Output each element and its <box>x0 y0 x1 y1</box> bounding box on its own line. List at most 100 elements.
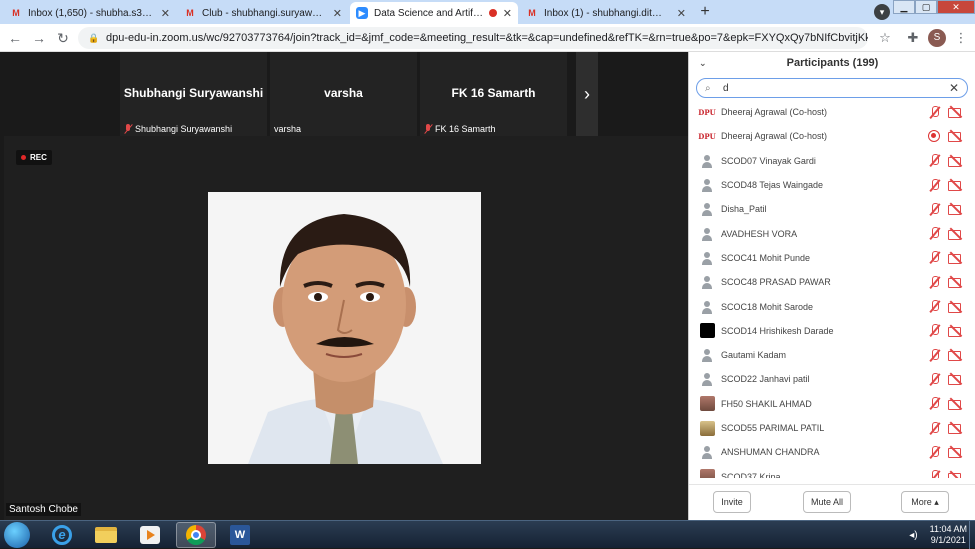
participant-avatar <box>699 299 715 315</box>
participant-row[interactable]: SCOD37 Kripa <box>689 464 975 478</box>
reload-icon[interactable]: ↻ <box>54 29 72 47</box>
participant-row[interactable]: SCOC18 Mohit Sarode <box>689 294 975 318</box>
next-page-chevron-icon[interactable]: › <box>576 52 598 136</box>
participant-row[interactable]: DPU Dheeraj Agrawal (Co-host) <box>689 124 975 148</box>
recording-indicator-icon <box>488 9 497 17</box>
menu-kebab-icon[interactable]: ⋮ <box>952 29 970 47</box>
participant-row[interactable]: SCOC41 Mohit Punde <box>689 246 975 270</box>
person-icon <box>699 444 715 460</box>
person-icon <box>699 371 715 387</box>
mic-muted-icon <box>928 154 940 167</box>
tab-zoom-meeting[interactable]: ▶ Data Science and Artificial Intelligen… <box>350 2 518 24</box>
participant-row[interactable]: SCOC48 PRASAD PAWAR <box>689 270 975 294</box>
video-off-icon <box>948 130 964 143</box>
tab-close-icon[interactable]: ✕ <box>333 7 342 20</box>
participant-status-icons <box>928 300 964 313</box>
dpu-logo-icon: DPU <box>698 131 716 141</box>
tab-close-icon[interactable]: ✕ <box>503 7 512 20</box>
participant-thumbnail[interactable]: Shubhangi Suryawanshi Shubhangi Suryawan… <box>120 52 267 136</box>
tab-close-icon[interactable]: ✕ <box>677 7 686 20</box>
participant-status-icons <box>928 178 964 192</box>
person-icon <box>699 153 715 169</box>
participants-header: ⌄ Participants (199) <box>689 52 975 74</box>
url-text: dpu-edu-in.zoom.us/wc/92703773764/join?t… <box>106 32 868 44</box>
close-window-button[interactable]: ✕ <box>937 0 975 14</box>
tab-title: Inbox (1,650) - shubha.s312@gmail.com <box>28 7 155 19</box>
avatar <box>699 323 715 339</box>
show-desktop-button[interactable] <box>969 521 975 549</box>
participant-avatar <box>699 469 715 478</box>
start-button[interactable] <box>4 522 30 548</box>
participant-name: Gautami Kadam <box>721 350 787 361</box>
collapse-chevron-icon[interactable]: ⌄ <box>699 52 707 74</box>
active-speaker-name: Santosh Chobe <box>6 503 81 516</box>
participant-thumbnail[interactable]: FK 16 Samarth FK 16 Samarth <box>420 52 567 136</box>
participant-row[interactable]: SCOD07 Vinayak Gardi <box>689 149 975 173</box>
taskbar-word[interactable]: W <box>220 522 260 548</box>
minimize-button[interactable]: ▁ <box>893 0 915 14</box>
bookmark-star-icon[interactable]: ☆ <box>876 29 894 47</box>
video-off-icon <box>948 349 964 362</box>
extensions-puzzle-icon[interactable]: ✚ <box>904 29 922 47</box>
volume-icon[interactable]: ◂) <box>909 530 917 541</box>
tab-gmail-club[interactable]: M Club - shubhangi.suryawanshi@ ✕ <box>178 2 348 24</box>
forward-arrow-icon[interactable]: → <box>30 29 48 47</box>
participant-row[interactable]: Disha_Patil <box>689 197 975 221</box>
participant-row[interactable]: SCOD14 Hrishikesh Darade <box>689 319 975 343</box>
participant-avatar <box>699 371 715 387</box>
mic-muted-icon <box>928 421 940 435</box>
participant-name: AVADHESH VORA <box>721 228 798 239</box>
participant-avatar: DPU <box>698 104 715 120</box>
participants-panel: ⌄ Participants (199) ⌕ d ✕ DPU Dheeraj Ag… <box>688 52 975 520</box>
gmail-icon: M <box>186 8 194 18</box>
back-arrow-icon[interactable]: ← <box>6 29 24 47</box>
participant-row[interactable]: DPU Dheeraj Agrawal (Co-host) <box>689 100 975 124</box>
profile-avatar[interactable]: S <box>928 29 946 47</box>
clock[interactable]: 11:04 AM 9/1/2021 <box>930 524 967 546</box>
participant-row[interactable]: ANSHUMAN CHANDRA <box>689 440 975 464</box>
taskbar-file-explorer[interactable] <box>86 522 126 548</box>
participant-status-icons <box>928 445 964 459</box>
participant-thumbnail[interactable]: varsha varsha <box>270 52 417 136</box>
participant-row[interactable]: Gautami Kadam <box>689 343 975 367</box>
clear-search-icon[interactable]: ✕ <box>949 81 959 95</box>
thumbnail-display-name: varsha <box>324 86 363 100</box>
taskbar-chrome[interactable] <box>176 522 216 548</box>
mic-muted-icon <box>928 251 940 264</box>
recording-dot-icon <box>21 155 26 160</box>
invite-button[interactable]: Invite <box>713 491 751 513</box>
chrome-icon <box>186 525 206 545</box>
participant-avatar: DPU <box>698 128 716 144</box>
tab-close-icon[interactable]: ✕ <box>161 7 170 20</box>
tab-gmail-inbox-dit[interactable]: M Inbox (1) - shubhangi.dit@gmail.com ✕ <box>520 2 692 24</box>
mute-all-button[interactable]: Mute All <box>803 491 851 513</box>
participant-name: SCOD07 Vinayak Gardi <box>721 155 816 166</box>
recording-icon <box>928 130 940 143</box>
participant-avatar <box>699 177 715 193</box>
mic-muted-icon <box>928 470 940 478</box>
video-thumbnail-strip: Shubhangi Suryawanshi Shubhangi Suryawan… <box>0 52 688 136</box>
tab-search-icon[interactable]: ▾ <box>874 4 890 20</box>
participant-avatar <box>699 396 715 412</box>
tab-gmail-inbox[interactable]: M Inbox (1,650) - shubha.s312@gmail.com … <box>4 2 176 24</box>
taskbar-internet-explorer[interactable]: e <box>42 522 82 548</box>
participant-row[interactable]: SCOD22 Janhavi patil <box>689 367 975 391</box>
internet-explorer-icon: e <box>52 525 72 545</box>
media-player-icon <box>140 526 160 544</box>
video-off-icon <box>948 325 964 337</box>
participant-search-input[interactable]: ⌕ d ✕ <box>696 78 968 98</box>
participant-row[interactable]: SCOD55 PARIMAL PATIL <box>689 416 975 440</box>
more-button[interactable]: More ▴ <box>901 491 949 513</box>
participant-row[interactable]: SCOD48 Tejas Waingade <box>689 173 975 197</box>
video-off-icon <box>948 301 964 313</box>
mic-muted-icon <box>928 202 940 216</box>
maximize-button[interactable]: ▢ <box>915 0 937 14</box>
mic-muted-icon <box>928 105 940 119</box>
taskbar-media-player[interactable] <box>130 522 170 548</box>
participant-row[interactable]: FH50 SHAKIL AHMAD <box>689 392 975 416</box>
new-tab-button[interactable]: + <box>696 4 714 22</box>
browser-toolbar: ← → ↻ 🔒 dpu-edu-in.zoom.us/wc/9270377376… <box>0 24 975 52</box>
address-bar[interactable]: 🔒 dpu-edu-in.zoom.us/wc/92703773764/join… <box>78 27 868 49</box>
mic-muted-icon <box>928 445 940 459</box>
participant-row[interactable]: AVADHESH VORA <box>689 221 975 245</box>
